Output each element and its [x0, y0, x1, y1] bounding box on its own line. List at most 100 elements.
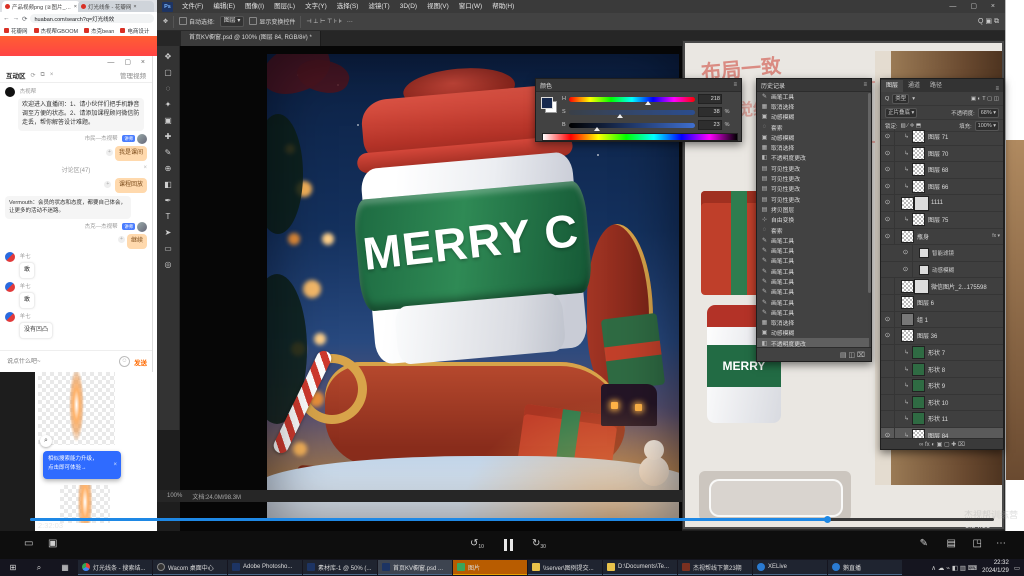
avatar[interactable]	[5, 252, 15, 262]
layer-thumbnail[interactable]	[912, 130, 925, 143]
taskbar-app-button[interactable]: XELive	[753, 560, 827, 575]
avatar[interactable]	[5, 312, 15, 322]
taskbar-app-button[interactable]: Wacom 桌面中心	[153, 560, 227, 575]
browser-tab-2[interactable]: 灯光线条 - 花瓣网 ×	[78, 1, 154, 12]
filter-type-dropdown[interactable]: 类型	[892, 94, 909, 104]
menu-item[interactable]: 文件(F)	[177, 0, 208, 13]
layer-visibility-toggle[interactable]: ⊙	[899, 245, 913, 261]
layer-visibility-toggle[interactable]: ⊙	[881, 129, 895, 145]
layer-visibility-toggle[interactable]: ⊙	[881, 195, 895, 211]
layer-row[interactable]: ⊙ ↳ 智能滤镜 fx ▾	[881, 245, 1003, 262]
tool-icon[interactable]: ✥	[160, 49, 177, 65]
taskbar-app-button[interactable]: 首页KV橱窗.psd ...	[378, 560, 452, 575]
auto-select-target-dropdown[interactable]: 图层 ▾	[220, 16, 245, 27]
tab-close-icon[interactable]: ×	[74, 4, 77, 10]
tab-interaction[interactable]: 互动区	[6, 70, 26, 80]
panel-menu-icon[interactable]: ≡	[863, 82, 867, 88]
layer-row[interactable]: ⊙ ↳ 形状 9 fx ▾	[881, 378, 1003, 395]
brightness-value[interactable]: 23	[698, 120, 722, 130]
history-step[interactable]: 套索	[757, 225, 869, 235]
layers-footer-buttons[interactable]: ∞ fx ◐ ▣ ▢ ✚ ⌧	[881, 438, 1003, 449]
video-progress-bar[interactable]	[30, 518, 994, 521]
forward-icon[interactable]: →	[13, 15, 20, 22]
history-step[interactable]: 可见性更改	[757, 163, 869, 173]
layer-visibility-toggle[interactable]: ⊙	[881, 278, 895, 294]
menu-item[interactable]: 选择(S)	[332, 0, 364, 13]
avatar[interactable]	[137, 222, 147, 232]
taskbar-search-icon[interactable]: ⌕	[26, 559, 52, 576]
history-list[interactable]: 画笔工具 取消选择 动感模糊 套索	[757, 91, 869, 347]
window-controls[interactable]: — ▢ ×	[949, 0, 1001, 13]
menu-item[interactable]: 图像(I)	[240, 0, 269, 13]
history-step[interactable]: 画笔工具	[757, 256, 869, 266]
layer-visibility-toggle[interactable]: ⊙	[881, 328, 895, 344]
history-step[interactable]: 取消选择	[757, 318, 869, 328]
tool-icon[interactable]: ▭	[160, 241, 177, 257]
align-buttons[interactable]: ⊣ ⊥ ⊢ ⊤ ⊦ ⊧	[306, 18, 342, 25]
taskbar-app-button[interactable]: 杰视帮线下第23期	[678, 560, 752, 575]
history-step[interactable]: 不透明度更改	[757, 153, 869, 163]
history-step[interactable]: 画笔工具	[757, 307, 869, 317]
history-step[interactable]: 可见性更改	[757, 184, 869, 194]
browser-tab-1[interactable]: 产品视频png (②图片_伊特说) ×	[2, 1, 80, 12]
tool-icon[interactable]: ➤	[160, 225, 177, 241]
quote-icon[interactable]: +	[104, 181, 111, 188]
document-tab[interactable]: 首页KV橱窗.psd @ 100% (图层 84, RGB/8#) *	[181, 31, 321, 46]
history-step[interactable]: 画笔工具	[757, 276, 869, 286]
panel-menu-icon[interactable]: ≡	[995, 86, 1003, 92]
popout-icon[interactable]: ⧉	[41, 72, 45, 79]
tool-icon[interactable]: ◌	[160, 81, 177, 97]
fullscreen-icon[interactable]: ◳	[973, 538, 982, 549]
show-transform-checkbox[interactable]	[249, 17, 257, 25]
menu-item[interactable]: 帮助(H)	[487, 0, 519, 13]
scrollbar[interactable]	[868, 93, 871, 293]
cast-screen-icon[interactable]: ▭	[24, 538, 33, 549]
chat-message-list[interactable]: 杰视帮 欢迎进入直播间：1、请小伙伴们把手机静音调至方便的状态。2、请添加课程顾…	[0, 84, 152, 348]
tool-icon[interactable]: ◧	[160, 177, 177, 193]
menu-item[interactable]: 3D(D)	[395, 0, 422, 13]
menu-item[interactable]: 文字(Y)	[300, 0, 332, 13]
workspace-icons[interactable]: Q ▣ ⧉	[978, 17, 999, 26]
layer-thumbnail[interactable]	[912, 147, 925, 160]
layer-thumbnail[interactable]	[901, 280, 914, 293]
history-step[interactable]: 画笔工具	[757, 297, 869, 307]
layer-visibility-toggle[interactable]: ⊙	[881, 146, 895, 162]
layer-visibility-toggle[interactable]: ⊙	[881, 295, 895, 311]
lock-icons[interactable]: ▨ ∕ ✛ ⬒	[901, 123, 922, 129]
history-step[interactable]: 画笔工具	[757, 287, 869, 297]
history-step[interactable]: 自由变换	[757, 215, 869, 225]
opacity-value[interactable]: 68% ▾	[978, 108, 999, 118]
tab-channels[interactable]: 通道	[903, 80, 925, 92]
back-icon[interactable]: ←	[3, 15, 10, 22]
tab-close-icon[interactable]: ×	[133, 4, 136, 10]
chat-text-input[interactable]	[5, 358, 115, 366]
layer-thumbnail[interactable]	[912, 396, 925, 409]
layer-visibility-toggle[interactable]: ⊙	[881, 179, 895, 195]
avatar[interactable]	[137, 134, 147, 144]
avatar[interactable]	[5, 282, 15, 292]
layer-thumbnail[interactable]	[912, 213, 925, 226]
close-icon[interactable]: ×	[143, 165, 147, 171]
taskbar-app-button[interactable]: 图片	[453, 560, 527, 575]
layer-visibility-toggle[interactable]: ⊙	[881, 162, 895, 178]
similar-search-button[interactable]: ⌕	[40, 435, 52, 447]
taskbar-app-button[interactable]: Adobe Photosho...	[228, 560, 302, 575]
tool-icon[interactable]: ◎	[160, 257, 177, 273]
tool-icon[interactable]: ✒	[160, 193, 177, 209]
taskbar-app-button[interactable]: 灯光线条 - 搜索结...	[78, 560, 152, 575]
layer-thumbnail[interactable]	[901, 329, 914, 342]
send-button[interactable]: 发送	[134, 357, 147, 367]
taskbar-app-button[interactable]: 鹅直播	[828, 560, 902, 575]
tool-icon[interactable]: ✦	[160, 97, 177, 113]
layer-row[interactable]: ⊙ ↳ 形状 7 fx ▾	[881, 345, 1003, 362]
tab-manage[interactable]: 管理视频	[120, 70, 146, 80]
layer-thumbnail[interactable]	[901, 296, 914, 309]
hue-value[interactable]: 218	[698, 94, 722, 104]
layer-visibility-toggle[interactable]: ⊙	[899, 262, 913, 278]
menu-item[interactable]: 窗口(W)	[454, 0, 487, 13]
bookmark-item[interactable]: 电商设计	[120, 27, 149, 35]
layer-visibility-toggle[interactable]: ⊙	[881, 212, 895, 228]
color-swatches[interactable]	[541, 97, 557, 113]
layer-row[interactable]: ⊙ ↳ 图层 70 fx ▾	[881, 146, 1003, 163]
tool-icon[interactable]: ▣	[160, 113, 177, 129]
